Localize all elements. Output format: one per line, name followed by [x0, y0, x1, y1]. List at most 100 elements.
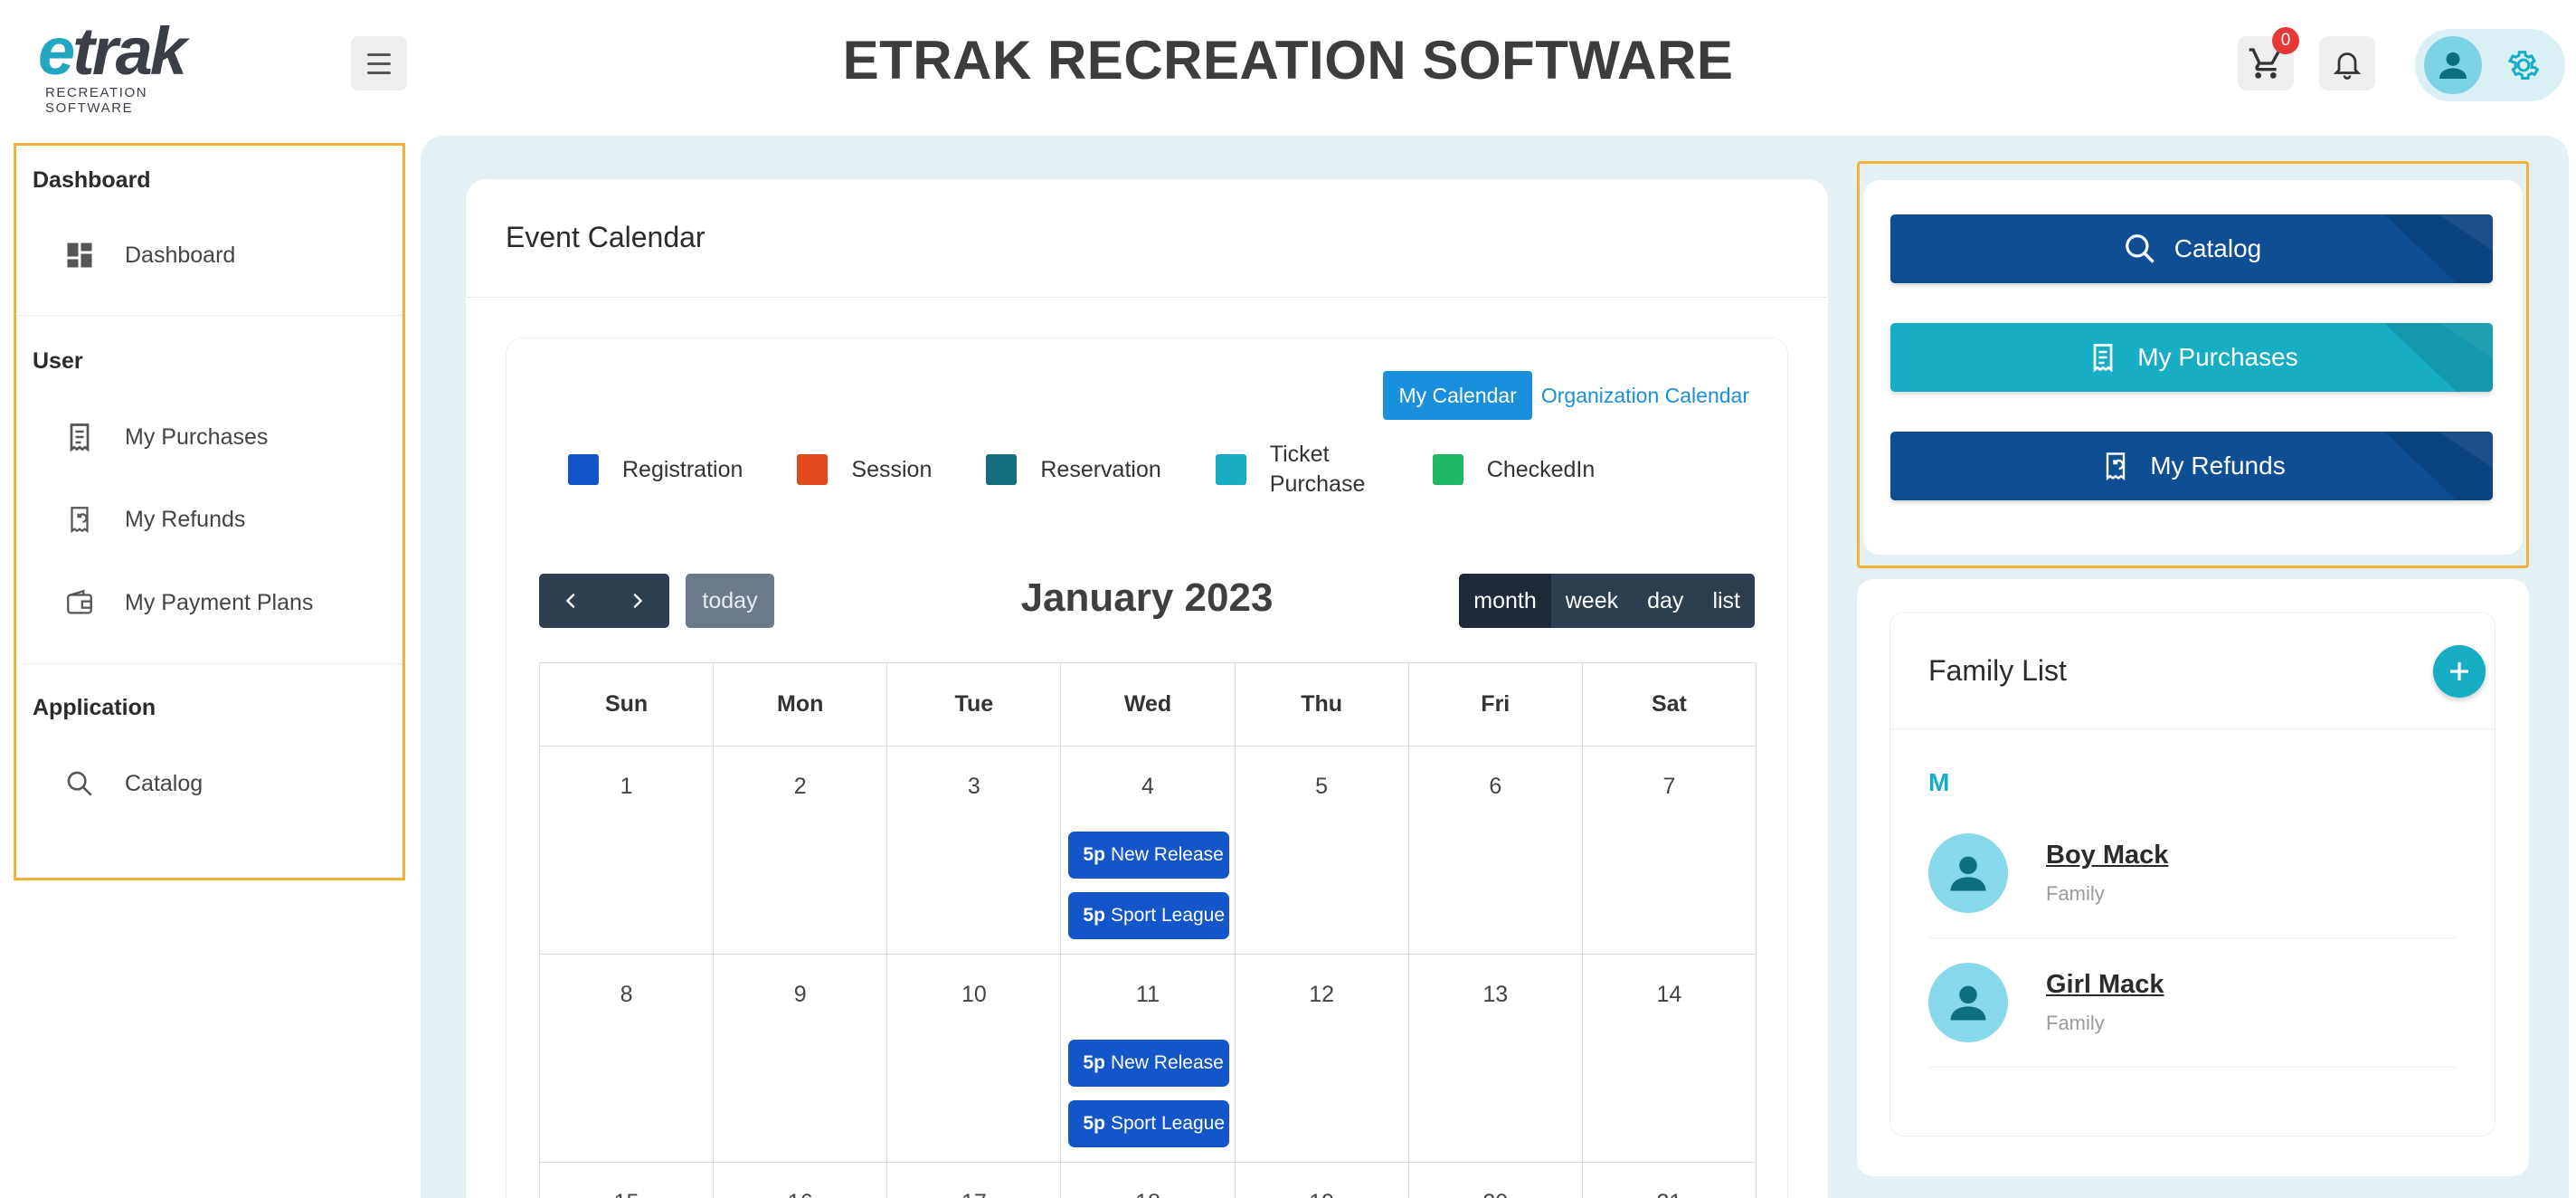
calendar-day-cell[interactable]: 13	[1408, 955, 1583, 1163]
view-month-button[interactable]: month	[1459, 574, 1551, 628]
calendar-day-cell[interactable]: 12	[1235, 955, 1409, 1163]
cart-button[interactable]: 0	[2238, 27, 2299, 90]
calendar-event[interactable]: 5pNew Release Event	[1068, 832, 1230, 879]
calendar-day-cell[interactable]: 6	[1408, 746, 1583, 955]
calendar-week-row: 8 9 10 11 5pNew Release Event 5pSport Le…	[540, 955, 1757, 1163]
calendar-day-cell[interactable]: 1	[540, 746, 715, 955]
day-number: 19	[1236, 1190, 1408, 1198]
add-family-member-button[interactable]	[2433, 645, 2486, 698]
search-icon	[2122, 231, 2158, 267]
calendar-day-cell[interactable]: 9	[714, 955, 888, 1163]
day-number: 12	[1309, 982, 1335, 1007]
calendar-day-cell[interactable]: 19	[1236, 1163, 1409, 1198]
view-week-button[interactable]: week	[1550, 574, 1634, 628]
search-icon	[62, 765, 98, 802]
day-number: 13	[1482, 982, 1509, 1007]
calendar-day-cell[interactable]: 10	[887, 955, 1062, 1163]
calendar-day-cell[interactable]: 17	[887, 1163, 1062, 1198]
calendar-day-cell[interactable]: 15	[540, 1163, 715, 1198]
sidebar-item-my-refunds[interactable]: My Refunds	[62, 497, 245, 542]
legend-swatch	[1432, 454, 1463, 485]
sidebar-item-my-purchases[interactable]: My Purchases	[62, 414, 268, 460]
sidebar-section-application: Application	[33, 695, 156, 720]
organization-calendar-button[interactable]: Organization Calendar	[1541, 384, 1749, 408]
day-number: 8	[620, 982, 633, 1007]
view-list-button[interactable]: list	[1698, 574, 1755, 628]
day-number: 14	[1656, 982, 1682, 1007]
calendar-day-cell[interactable]: 18	[1061, 1163, 1236, 1198]
legend-item: Ticket Purchase	[1215, 440, 1378, 499]
app-title: ETRAK RECREATION SOFTWARE	[842, 30, 1734, 90]
weekday-header: Wed	[1061, 663, 1236, 746]
calendar-day-cell[interactable]: 11 5pNew Release Event 5pSport League	[1061, 955, 1236, 1163]
legend-swatch	[986, 454, 1018, 485]
day-number: 9	[793, 982, 807, 1007]
day-number: 4	[1141, 774, 1154, 799]
person-icon	[1950, 985, 1986, 1021]
sidebar-nav: Dashboard Dashboard User My Purchases My…	[14, 143, 405, 880]
calendar-day-cell[interactable]: 4 5pNew Release Event 5pSport League	[1061, 746, 1236, 955]
receipt-icon	[62, 419, 98, 455]
gear-icon[interactable]	[2505, 47, 2542, 83]
view-day-button[interactable]: day	[1633, 574, 1699, 628]
legend-item: Session	[797, 454, 932, 485]
my-refunds-button[interactable]: My Refunds	[1890, 432, 2493, 500]
sidebar-item-label: Catalog	[125, 770, 204, 796]
receipt-icon	[2085, 339, 2121, 376]
day-number: 16	[714, 1190, 886, 1198]
family-member-row[interactable]: Girl Mack Family	[1928, 939, 2457, 1068]
top-header: etrak RECREATION SOFTWARE ETRAK RECREATI…	[0, 0, 2576, 134]
legend-swatch	[568, 454, 599, 485]
calendar-event[interactable]: 5p Sport League	[1068, 892, 1230, 939]
family-member-row[interactable]: Boy Mack Family	[1928, 810, 2457, 938]
calendar-source-toggle: My Calendar Organization Calendar	[1383, 371, 1749, 420]
day-number: 3	[967, 774, 980, 799]
calendar-event[interactable]: 5p Sport League	[1068, 1100, 1230, 1147]
calendar-day-cell[interactable]: 8	[540, 955, 715, 1163]
day-number: 10	[961, 982, 987, 1007]
sidebar-item-my-payment-plans[interactable]: My Payment Plans	[62, 580, 313, 625]
family-group-letter: M	[1928, 768, 1950, 796]
sidebar-item-label: My Refunds	[125, 506, 246, 532]
sidebar-item-label: My Purchases	[125, 423, 269, 450]
day-number: 18	[1061, 1190, 1234, 1198]
sidebar-item-label: Dashboard	[125, 242, 236, 268]
member-name-link[interactable]: Girl Mack	[2046, 970, 2164, 1000]
weekday-header: Thu	[1235, 663, 1409, 746]
weekday-header: Sun	[540, 663, 715, 746]
user-avatar[interactable]	[2424, 36, 2482, 94]
decorative-shape	[2384, 214, 2493, 283]
sidebar-item-catalog[interactable]: Catalog	[62, 761, 203, 806]
catalog-button[interactable]: Catalog	[1890, 214, 2493, 283]
refund-icon	[2098, 448, 2134, 484]
sidebar-item-dashboard[interactable]: Dashboard	[62, 233, 235, 278]
calendar-event[interactable]: 5pNew Release Event	[1068, 1040, 1230, 1087]
member-avatar	[1928, 963, 2008, 1042]
my-calendar-button[interactable]: My Calendar	[1383, 371, 1532, 420]
family-list-card: Family List M Boy Mack Family Girl Mack …	[1857, 579, 2529, 1176]
weekday-header: Tue	[887, 663, 1062, 746]
bell-icon	[2333, 52, 2362, 80]
notifications-button[interactable]	[2319, 36, 2375, 90]
plus-icon	[2450, 662, 2468, 680]
calendar-day-cell[interactable]: 5	[1235, 746, 1409, 955]
family-list-title: Family List	[1928, 654, 2067, 687]
dashboard-icon	[62, 237, 98, 273]
calendar-day-cell[interactable]: 16	[714, 1163, 888, 1198]
cart-count-badge: 0	[2272, 27, 2299, 54]
member-avatar	[1928, 833, 2008, 913]
calendar-grid: Sun Mon Tue Wed Thu Fri Sat 1 2 3 4 5p Ne…	[539, 662, 1757, 1198]
my-purchases-button[interactable]: My Purchases	[1890, 323, 2493, 392]
calendar-day-cell[interactable]: 14	[1582, 955, 1757, 1163]
calendar-day-cell[interactable]: 2	[714, 746, 888, 955]
legend-item: Reservation	[986, 454, 1161, 485]
calendar-day-cell[interactable]: 7	[1582, 746, 1757, 955]
day-number: 20	[1409, 1190, 1582, 1198]
legend-item: Registration	[568, 454, 743, 485]
calendar-day-cell[interactable]: 21	[1583, 1163, 1757, 1198]
calendar-day-cell[interactable]: 20	[1409, 1163, 1583, 1198]
decorative-shape	[2384, 432, 2493, 500]
member-name-link[interactable]: Boy Mack	[2046, 841, 2168, 870]
calendar-day-cell[interactable]: 3	[887, 746, 1062, 955]
legend-swatch	[1215, 454, 1246, 485]
